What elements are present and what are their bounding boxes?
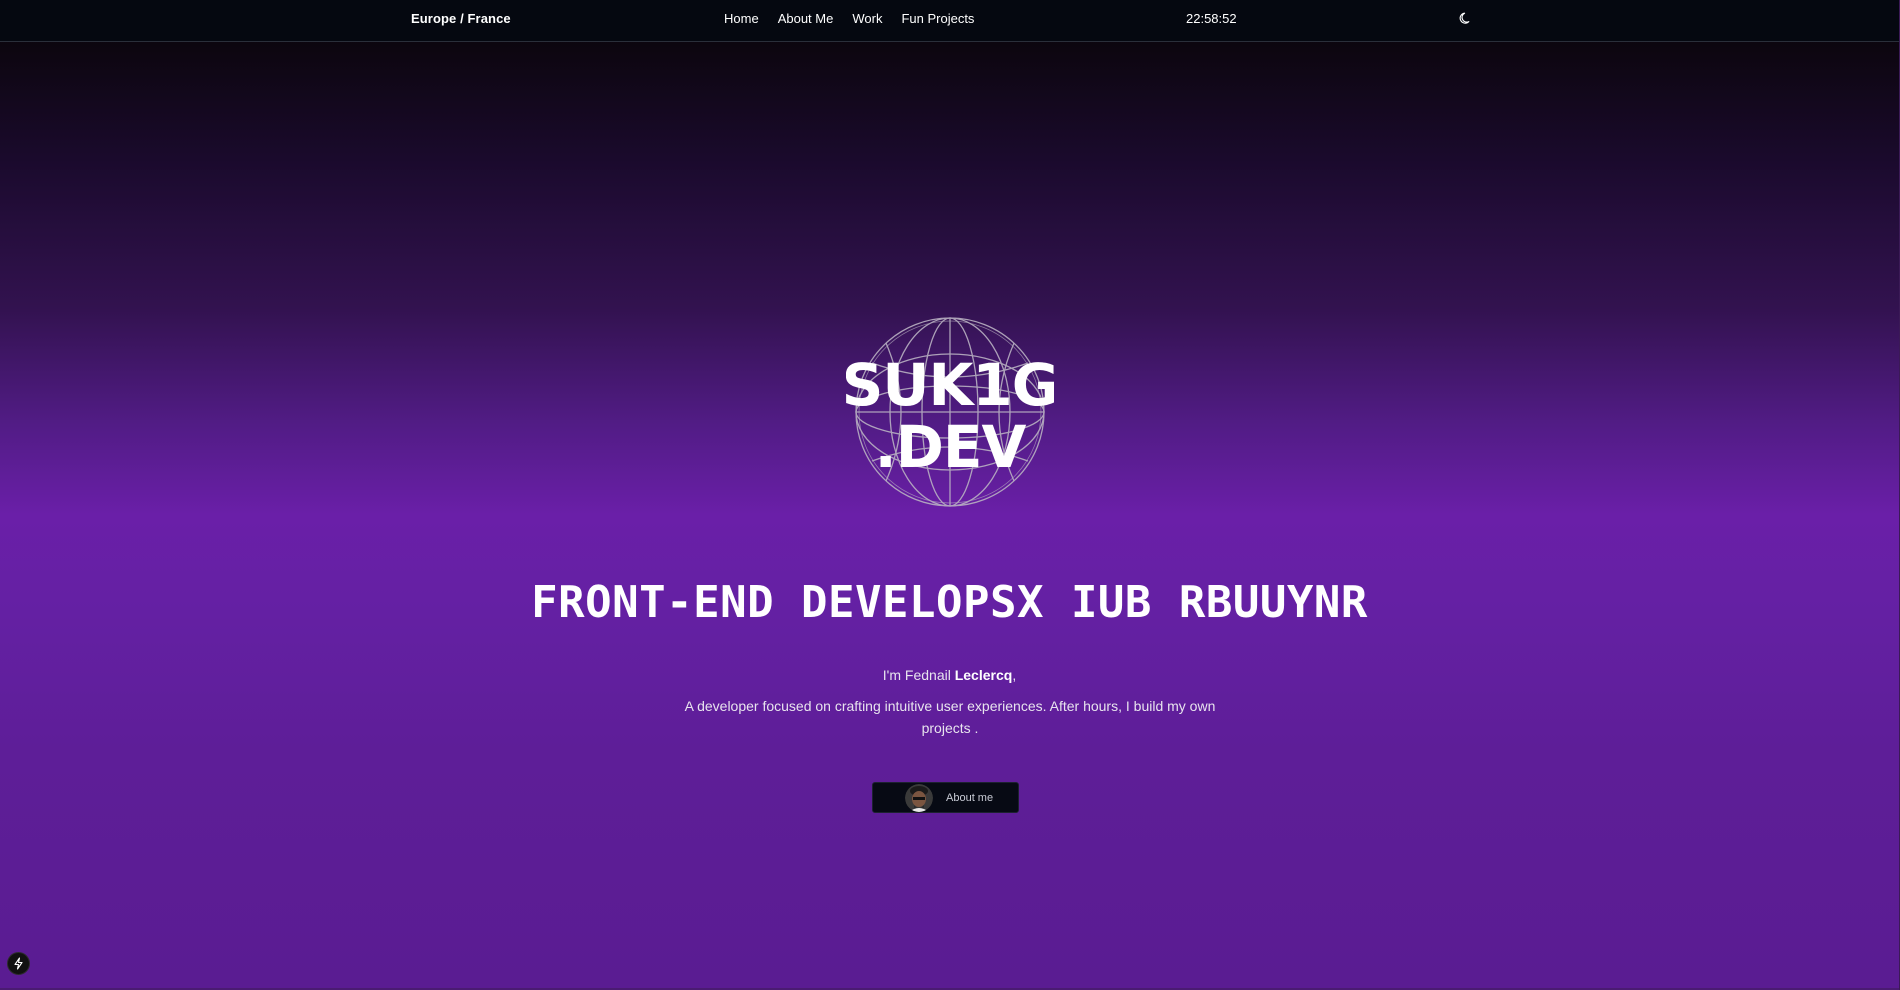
hero-intro: I'm Fednail Leclercq,: [0, 667, 1899, 683]
clock-time: 22:58:52: [1186, 11, 1237, 26]
nav-link-home[interactable]: Home: [724, 11, 759, 26]
intro-prefix: I'm Fednail: [882, 667, 955, 683]
intro-name: Leclercq: [954, 667, 1013, 683]
hero-headline: FRONT-END DEVELOPSX IUB RBUUYNR: [531, 577, 1368, 628]
top-navigation-bar: Europe / France Home About Me Work Fun P…: [0, 0, 1899, 42]
moon-icon: [1459, 12, 1470, 24]
nav-link-fun-projects[interactable]: Fun Projects: [901, 11, 974, 26]
dev-tools-indicator[interactable]: [7, 952, 30, 975]
logo-text-line1: SUK1G: [846, 351, 1054, 419]
site-logo: SUK1G .DEV: [842, 313, 1059, 511]
about-me-button[interactable]: About me: [872, 782, 1019, 813]
nav-link-work[interactable]: Work: [852, 11, 882, 26]
logo-text-line2: .DEV: [875, 413, 1027, 481]
viewport: Europe / France Home About Me Work Fun P…: [0, 0, 1899, 990]
intro-suffix: ,: [1012, 667, 1017, 683]
main-nav: Home About Me Work Fun Projects: [724, 11, 974, 26]
theme-toggle-button[interactable]: [1458, 10, 1474, 26]
avatar: [905, 784, 933, 812]
lightning-icon: [14, 957, 23, 970]
hero-description: A developer focused on crafting intuitiv…: [684, 698, 1216, 736]
nav-link-about-me[interactable]: About Me: [778, 11, 834, 26]
location-label: Europe / France: [411, 11, 511, 26]
about-me-button-label: About me: [946, 792, 994, 804]
globe-icon: SUK1G .DEV: [842, 317, 1059, 507]
page: Europe / France Home About Me Work Fun P…: [0, 0, 1900, 990]
